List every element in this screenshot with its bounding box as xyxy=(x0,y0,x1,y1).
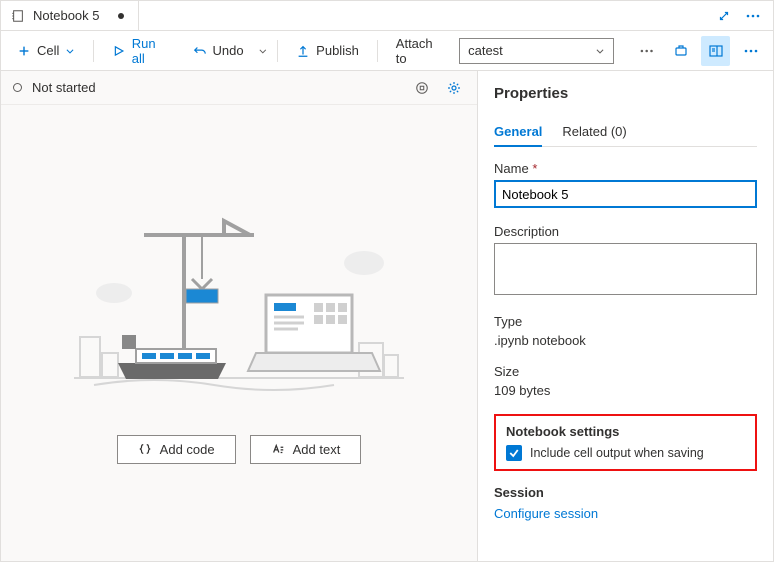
status-text: Not started xyxy=(32,80,96,95)
more-icon[interactable] xyxy=(745,8,761,24)
description-label: Description xyxy=(494,224,757,239)
notebook-settings-section: Notebook settings Include cell output wh… xyxy=(494,414,757,471)
chevron-down-icon xyxy=(65,46,75,56)
add-text-button[interactable]: Add text xyxy=(250,435,362,464)
attach-to-value: catest xyxy=(468,43,503,58)
publish-button[interactable]: Publish xyxy=(288,39,367,62)
variables-button[interactable] xyxy=(666,36,695,66)
description-input[interactable] xyxy=(494,243,757,295)
cell-dropdown[interactable]: Cell xyxy=(9,39,83,62)
tab-general[interactable]: General xyxy=(494,118,542,147)
attach-to-select[interactable]: catest xyxy=(459,38,614,64)
configure-session-link[interactable]: Configure session xyxy=(494,506,757,521)
more-button-right[interactable] xyxy=(736,36,765,66)
chevron-down-icon[interactable] xyxy=(258,46,268,56)
more-icon[interactable] xyxy=(639,43,654,59)
name-input[interactable] xyxy=(494,180,757,208)
name-label: Name * xyxy=(494,161,757,176)
properties-toggle-button[interactable] xyxy=(701,36,730,66)
run-all-button[interactable]: Run all xyxy=(104,32,178,70)
include-output-label: Include cell output when saving xyxy=(530,446,704,460)
empty-illustration xyxy=(74,203,404,413)
status-indicator-icon xyxy=(13,83,22,92)
add-code-button[interactable]: Add code xyxy=(117,435,236,464)
attach-to-label: Attach to xyxy=(388,32,453,70)
chevron-down-icon xyxy=(595,46,605,56)
include-output-checkbox[interactable] xyxy=(506,445,522,461)
stop-icon[interactable] xyxy=(411,77,433,99)
size-value: 109 bytes xyxy=(494,383,757,398)
notebook-settings-title: Notebook settings xyxy=(506,424,745,439)
properties-title: Properties xyxy=(494,85,757,102)
tab-notebook[interactable]: Notebook 5 xyxy=(1,1,139,30)
type-label: Type xyxy=(494,314,757,329)
tab-title: Notebook 5 xyxy=(33,8,100,23)
unsaved-dot-icon xyxy=(118,13,124,19)
gear-icon[interactable] xyxy=(443,77,465,99)
text-icon xyxy=(271,442,285,456)
session-title: Session xyxy=(494,485,757,500)
expand-icon[interactable] xyxy=(717,9,731,23)
size-label: Size xyxy=(494,364,757,379)
undo-button[interactable]: Undo xyxy=(185,39,252,62)
braces-icon xyxy=(138,442,152,456)
notebook-icon xyxy=(11,9,25,23)
type-value: .ipynb notebook xyxy=(494,333,757,348)
tab-related[interactable]: Related (0) xyxy=(562,118,626,146)
